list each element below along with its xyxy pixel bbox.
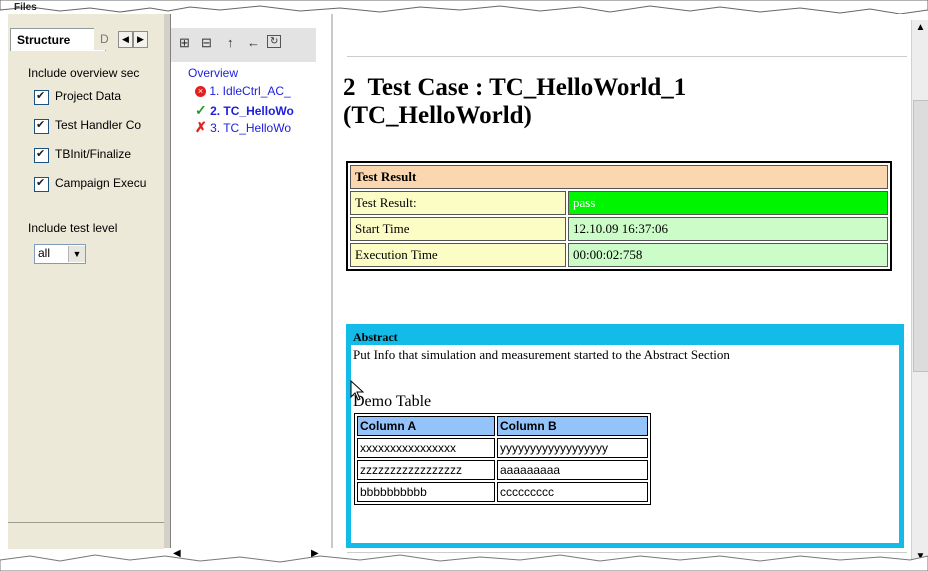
test-level-value: all xyxy=(38,246,51,260)
left-panel-footer xyxy=(8,522,164,549)
check-icon: ✓ xyxy=(195,102,207,118)
test-level-label: Include test level xyxy=(28,221,118,235)
tab-scroll-right-icon[interactable]: ▶ xyxy=(133,31,148,48)
table-cell: ccccccccc xyxy=(497,482,648,502)
refresh-icon[interactable]: ↻ xyxy=(267,35,282,48)
table-row: zzzzzzzzzzzzzzzzz aaaaaaaaa xyxy=(357,460,648,480)
collapse-all-icon[interactable]: ⊟ xyxy=(201,35,212,51)
left-tabs: Structure D ◀ ▶ xyxy=(8,28,164,52)
table-cell: bbbbbbbbbb xyxy=(357,482,495,502)
tree-item-2-label: 2. TC_HelloWo xyxy=(210,104,294,118)
table-row: Execution Time 00:00:02:758 xyxy=(350,243,888,267)
campaign-checkbox[interactable] xyxy=(34,176,49,192)
expand-all-icon[interactable]: ⊞ xyxy=(179,35,190,51)
mouse-cursor-icon xyxy=(350,380,365,401)
table-row: Start Time 12.10.09 16:37:06 xyxy=(350,217,888,241)
options-panel: Include overview sec Project Data Test H… xyxy=(14,52,164,542)
arrow-left-icon[interactable]: ← xyxy=(247,35,260,50)
table-cell: xxxxxxxxxxxxxxxx xyxy=(357,438,495,458)
test-tree: Overview × 1. IdleCtrl_AC_ ✓ 2. TC_Hello… xyxy=(171,62,331,548)
table-row: Test Result: pass xyxy=(350,191,888,215)
result-header: Test Result xyxy=(350,165,888,189)
abstract-section: Abstract Put Info that simulation and me… xyxy=(346,324,904,548)
header-fragment: Files xyxy=(14,2,37,13)
overview-section-label: Include overview sec xyxy=(28,66,140,80)
test-handler-label: Test Handler Co xyxy=(55,118,142,132)
title-line-1: 2 Test Case : TC_HelloWorld_1 xyxy=(343,74,687,101)
tab-structure[interactable]: Structure xyxy=(10,28,106,51)
page-title: 2 Test Case : TC_HelloWorld_1 (TC_HelloW… xyxy=(343,74,863,130)
table-row: bbbbbbbbbb ccccccccc xyxy=(357,482,648,502)
x-icon: ✗ xyxy=(195,119,207,135)
tree-toolbar: ⊞ ⊟ ↑ ← ↻ xyxy=(171,28,316,62)
scroll-up-icon[interactable]: ▲ xyxy=(912,20,928,36)
test-handler-checkbox[interactable] xyxy=(34,118,49,134)
arrow-up-icon[interactable]: ↑ xyxy=(227,35,234,50)
abstract-text: Put Info that simulation and measurement… xyxy=(353,347,730,362)
result-value-pass: pass xyxy=(568,191,888,215)
tree-item-3[interactable]: ✗ 3. TC_HelloWo xyxy=(195,119,291,136)
report-vscrollbar[interactable]: ▲ ▼ xyxy=(911,20,928,565)
tree-item-1-label: 1. IdleCtrl_AC_ xyxy=(209,84,291,98)
result-label: Test Result: xyxy=(350,191,566,215)
project-data-label: Project Data xyxy=(55,89,122,103)
column-a-header: Column A xyxy=(357,416,495,436)
tree-item-3-label: 3. TC_HelloWo xyxy=(210,121,292,135)
dropdown-arrow-icon[interactable]: ▼ xyxy=(68,246,85,262)
exec-time-label: Execution Time xyxy=(350,243,566,267)
error-circle-icon: × xyxy=(195,86,206,98)
tab-scroll-left-icon[interactable]: ◀ xyxy=(118,31,133,48)
title-line-2: (TC_HelloWorld) xyxy=(343,102,532,129)
exec-time-value: 00:00:02:758 xyxy=(568,243,888,267)
table-cell: aaaaaaaaa xyxy=(497,460,648,480)
start-time-label: Start Time xyxy=(350,217,566,241)
tree-item-1[interactable]: × 1. IdleCtrl_AC_ xyxy=(195,84,291,98)
project-data-checkbox[interactable] xyxy=(34,89,49,105)
tree-item-2[interactable]: ✓ 2. TC_HelloWo xyxy=(195,102,294,119)
tbinit-label: TBInit/Finalize xyxy=(55,147,132,161)
column-b-header: Column B xyxy=(497,416,648,436)
table-row: xxxxxxxxxxxxxxxx yyyyyyyyyyyyyyyyyy xyxy=(357,438,648,458)
top-divider xyxy=(347,56,907,57)
demo-table: Column A Column B xxxxxxxxxxxxxxxx yyyyy… xyxy=(354,413,651,505)
test-result-table: Test Result Test Result: pass Start Time… xyxy=(346,161,892,271)
campaign-label: Campaign Execu xyxy=(55,176,147,190)
abstract-header: Abstract xyxy=(351,329,901,345)
start-time-value: 12.10.09 16:37:06 xyxy=(568,217,888,241)
table-cell: yyyyyyyyyyyyyyyyyy xyxy=(497,438,648,458)
table-cell: zzzzzzzzzzzzzzzzz xyxy=(357,460,495,480)
torn-bottom-edge xyxy=(0,548,928,571)
report-view: 2 Test Case : TC_HelloWorld_1 (TC_HelloW… xyxy=(333,14,911,553)
tbinit-checkbox[interactable] xyxy=(34,147,49,163)
scroll-thumb[interactable] xyxy=(913,100,928,372)
tree-overview[interactable]: Overview xyxy=(188,66,238,80)
test-level-select[interactable]: all ▼ xyxy=(34,244,86,264)
panel-splitter[interactable] xyxy=(164,14,171,548)
